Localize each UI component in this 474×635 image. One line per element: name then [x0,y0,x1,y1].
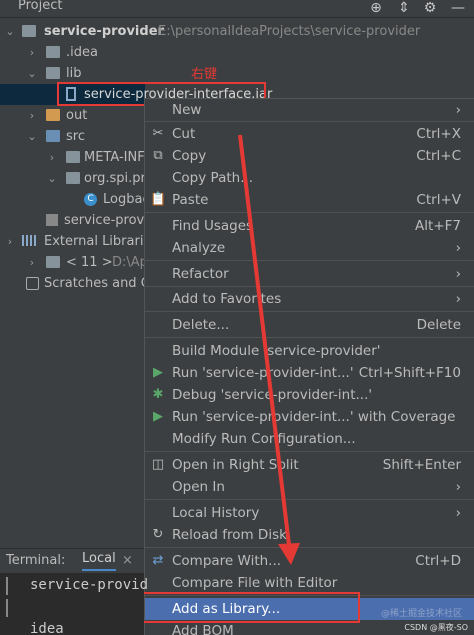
terminal-gutter [6,599,8,617]
terminal-line: service-provid [30,577,149,593]
terminal-gutter [6,577,8,595]
terminal-output[interactable]: service-provid idea [0,573,148,635]
terminal-panel: Terminal: Local × service-provid idea [0,548,148,635]
terminal-title: Terminal: [6,553,66,568]
terminal-line: idea [30,621,64,635]
terminal-tabs: Terminal: Local × [0,549,144,573]
tab-local[interactable]: Local [82,549,116,571]
credit-text: CSDN @黑夜-SO [404,623,468,632]
close-icon[interactable]: × [122,549,133,573]
watermark: @稀土掘金技术社区 [380,609,462,619]
red-arrow-annotation [238,134,300,565]
